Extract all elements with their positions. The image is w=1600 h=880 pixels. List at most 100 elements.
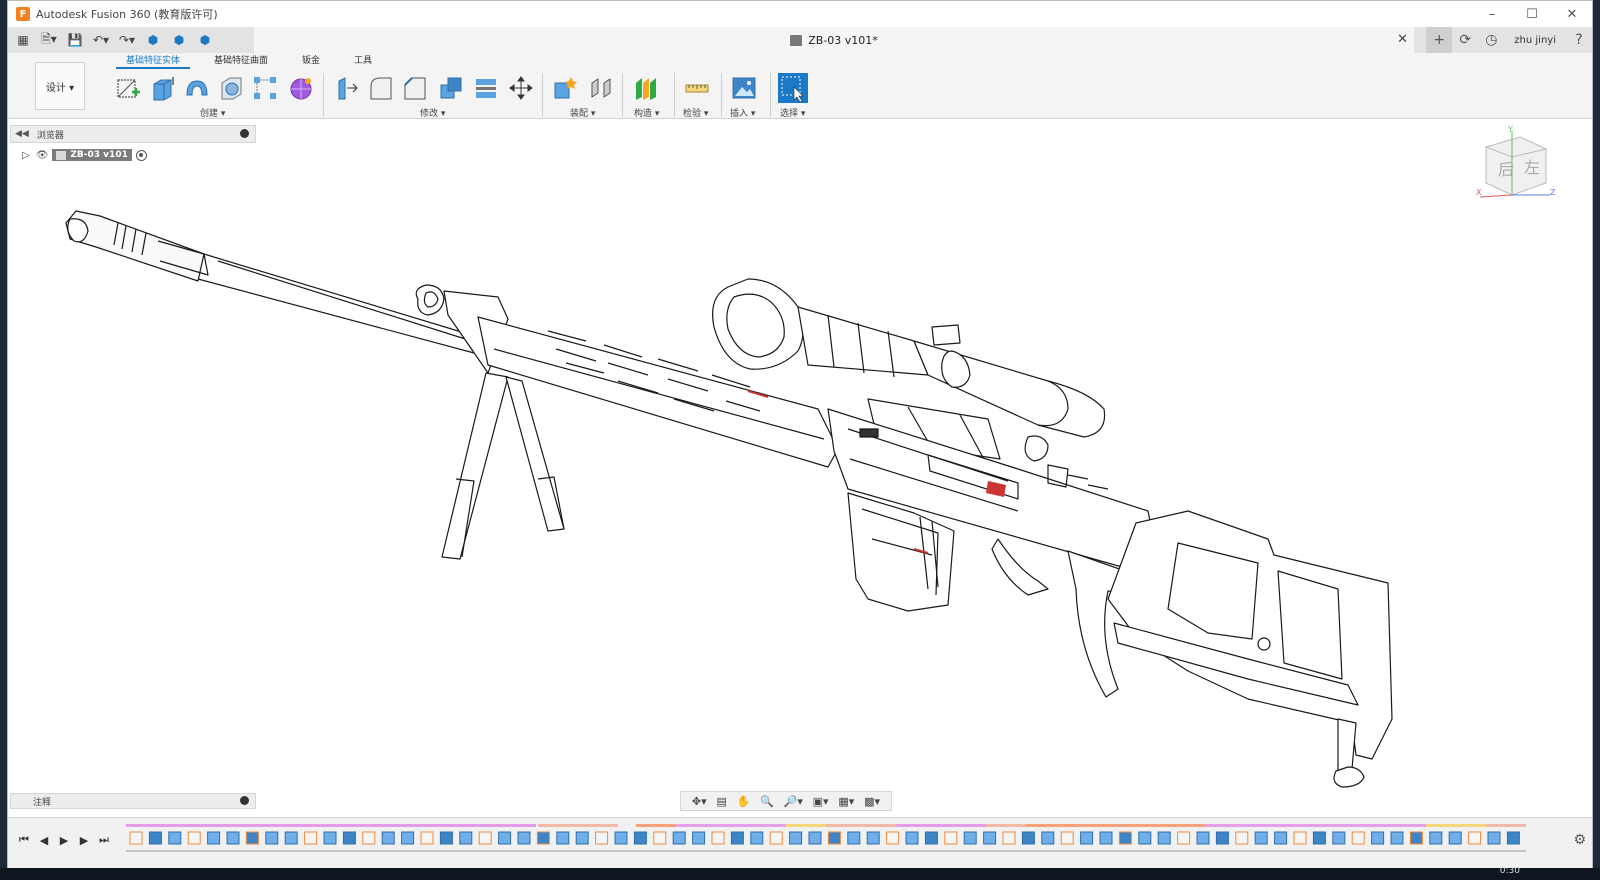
timeline-feature-icon[interactable] bbox=[1448, 831, 1462, 845]
timeline-feature-icon[interactable] bbox=[1274, 831, 1288, 845]
timeline-feature-icon[interactable] bbox=[304, 831, 318, 845]
app-grid-icon[interactable]: ▦ bbox=[12, 29, 34, 51]
timeline-feature-icon[interactable] bbox=[536, 831, 550, 845]
timeline-feature-icon[interactable] bbox=[614, 831, 628, 845]
timeline-feature-icon[interactable] bbox=[556, 831, 570, 845]
minimize-panel-icon[interactable] bbox=[240, 129, 249, 138]
group-insert[interactable]: 插入 ▾ bbox=[730, 106, 755, 119]
comments-panel[interactable]: 注释 bbox=[10, 793, 256, 809]
help-icon[interactable]: ? bbox=[1566, 27, 1592, 53]
data-panel-icon[interactable]: ⬢ bbox=[168, 29, 190, 51]
timeline-feature-icon[interactable] bbox=[1041, 831, 1055, 845]
group-select[interactable]: 选择 ▾ bbox=[780, 106, 805, 119]
timeline-feature-icon[interactable] bbox=[595, 831, 609, 845]
timeline-feature-icon[interactable] bbox=[245, 831, 259, 845]
new-tab-icon[interactable]: + bbox=[1426, 27, 1453, 53]
first-icon[interactable]: ⏮ bbox=[14, 830, 34, 850]
minimize-icon[interactable]: – bbox=[1472, 1, 1512, 27]
pan-icon[interactable]: ✋ bbox=[737, 795, 751, 808]
timeline-feature-icon[interactable] bbox=[633, 831, 647, 845]
timeline-feature-icon[interactable] bbox=[362, 831, 376, 845]
timeline-feature-icon[interactable] bbox=[1312, 831, 1326, 845]
timeline-feature-icon[interactable] bbox=[420, 831, 434, 845]
timeline-feature-icon[interactable] bbox=[1487, 831, 1501, 845]
select-icon[interactable] bbox=[778, 73, 808, 103]
timeline-feature-icon[interactable] bbox=[381, 831, 395, 845]
timeline-feature-icon[interactable] bbox=[983, 831, 997, 845]
orbit-icon[interactable]: ✥▾ bbox=[692, 795, 707, 808]
group-modify[interactable]: 修改 ▾ bbox=[420, 106, 445, 119]
timeline-feature-icon[interactable] bbox=[866, 831, 880, 845]
timeline-feature-icon[interactable] bbox=[1080, 831, 1094, 845]
model-canvas[interactable] bbox=[8, 119, 1592, 809]
root-component-label[interactable]: ZB-03 v101 bbox=[52, 149, 132, 161]
fit-icon[interactable]: 🔎▾ bbox=[784, 795, 803, 808]
timeline-settings-icon[interactable]: ⚙ bbox=[1573, 832, 1586, 848]
activate-radio-icon[interactable] bbox=[135, 149, 147, 161]
online-status-icon[interactable]: ⟳ bbox=[1452, 27, 1478, 53]
new-component-icon[interactable] bbox=[552, 75, 578, 101]
timeline-feature-icon[interactable] bbox=[808, 831, 822, 845]
tab-surface[interactable]: 基础特征曲面 bbox=[204, 55, 278, 69]
timeline-feature-icon[interactable] bbox=[1390, 831, 1404, 845]
joint-icon[interactable] bbox=[588, 75, 614, 101]
timeline-feature-icon[interactable] bbox=[789, 831, 803, 845]
shell-icon[interactable] bbox=[218, 75, 244, 101]
move-icon[interactable] bbox=[508, 75, 534, 101]
close-icon[interactable]: ✕ bbox=[1552, 1, 1592, 27]
chamfer-icon[interactable] bbox=[402, 75, 428, 101]
timeline-feature-icon[interactable] bbox=[1351, 831, 1365, 845]
timeline-feature-icon[interactable] bbox=[692, 831, 706, 845]
timeline-feature-icon[interactable] bbox=[847, 831, 861, 845]
timeline-feature-icon[interactable] bbox=[1506, 831, 1520, 845]
timeline-feature-icon[interactable] bbox=[1157, 831, 1171, 845]
timeline-feature-icon[interactable] bbox=[769, 831, 783, 845]
timeline-feature-icon[interactable] bbox=[1429, 831, 1443, 845]
timeline-feature-icon[interactable] bbox=[323, 831, 337, 845]
timeline-feature-icon[interactable] bbox=[517, 831, 531, 845]
timeline-feature-icon[interactable] bbox=[1002, 831, 1016, 845]
timeline-feature-icon[interactable] bbox=[1293, 831, 1307, 845]
timeline-feature-icon[interactable] bbox=[1254, 831, 1268, 845]
prev-icon[interactable]: ◀ bbox=[34, 830, 54, 850]
create-sketch-icon[interactable] bbox=[115, 75, 141, 101]
timeline-feature-icon[interactable] bbox=[672, 831, 686, 845]
timeline-feature-icon[interactable] bbox=[1332, 831, 1346, 845]
collapse-panel-icon[interactable]: ◀◀ bbox=[15, 129, 29, 139]
timeline-feature-icon[interactable] bbox=[1215, 831, 1229, 845]
user-account[interactable]: zhu jinyi bbox=[1514, 35, 1556, 46]
timeline-feature-icon[interactable] bbox=[750, 831, 764, 845]
job-status-icon[interactable]: ⬢ bbox=[142, 29, 164, 51]
insert-image-icon[interactable] bbox=[731, 75, 757, 101]
redo-icon[interactable]: ↷▾ bbox=[116, 29, 138, 51]
timeline-feature-icon[interactable] bbox=[711, 831, 725, 845]
group-assemble[interactable]: 装配 ▾ bbox=[570, 106, 595, 119]
timeline-feature-icon[interactable] bbox=[478, 831, 492, 845]
timeline-feature-icon[interactable] bbox=[1138, 831, 1152, 845]
timeline-feature-icon[interactable] bbox=[653, 831, 667, 845]
job-clock-icon[interactable]: ◷ bbox=[1478, 27, 1504, 53]
viewcube[interactable]: 后 左 Y X Z bbox=[1476, 125, 1558, 201]
browser-tree-root[interactable]: ▷ 👁 ZB-03 v101 bbox=[22, 147, 147, 163]
timeline-feature-icon[interactable] bbox=[168, 831, 182, 845]
timeline-feature-icon[interactable] bbox=[187, 831, 201, 845]
timeline-feature-icon[interactable] bbox=[401, 831, 415, 845]
revolve-icon[interactable] bbox=[184, 75, 210, 101]
tab-tools[interactable]: 工具 bbox=[344, 55, 382, 69]
timeline-feature-icon[interactable] bbox=[342, 831, 356, 845]
timeline-feature-icon[interactable] bbox=[207, 831, 221, 845]
play-icon[interactable]: ▶ bbox=[54, 830, 74, 850]
timeline-feature-icon[interactable] bbox=[1371, 831, 1385, 845]
expand-arrow-icon[interactable]: ▷ bbox=[22, 150, 30, 161]
timeline-feature-icon[interactable] bbox=[459, 831, 473, 845]
press-pull-icon[interactable] bbox=[333, 75, 359, 101]
display-icon[interactable]: ▣▾ bbox=[813, 795, 829, 808]
timeline-feature-icon[interactable] bbox=[265, 831, 279, 845]
document-tab[interactable]: ZB-03 v101* ✕ bbox=[254, 27, 1414, 53]
pattern-icon[interactable] bbox=[252, 75, 278, 101]
close-tab-icon[interactable]: ✕ bbox=[1397, 32, 1408, 47]
timeline-feature-icon[interactable] bbox=[1196, 831, 1210, 845]
timeline-feature-icon[interactable] bbox=[226, 831, 240, 845]
group-inspect[interactable]: 检验 ▾ bbox=[683, 106, 708, 119]
timeline-feature-icon[interactable] bbox=[1060, 831, 1074, 845]
